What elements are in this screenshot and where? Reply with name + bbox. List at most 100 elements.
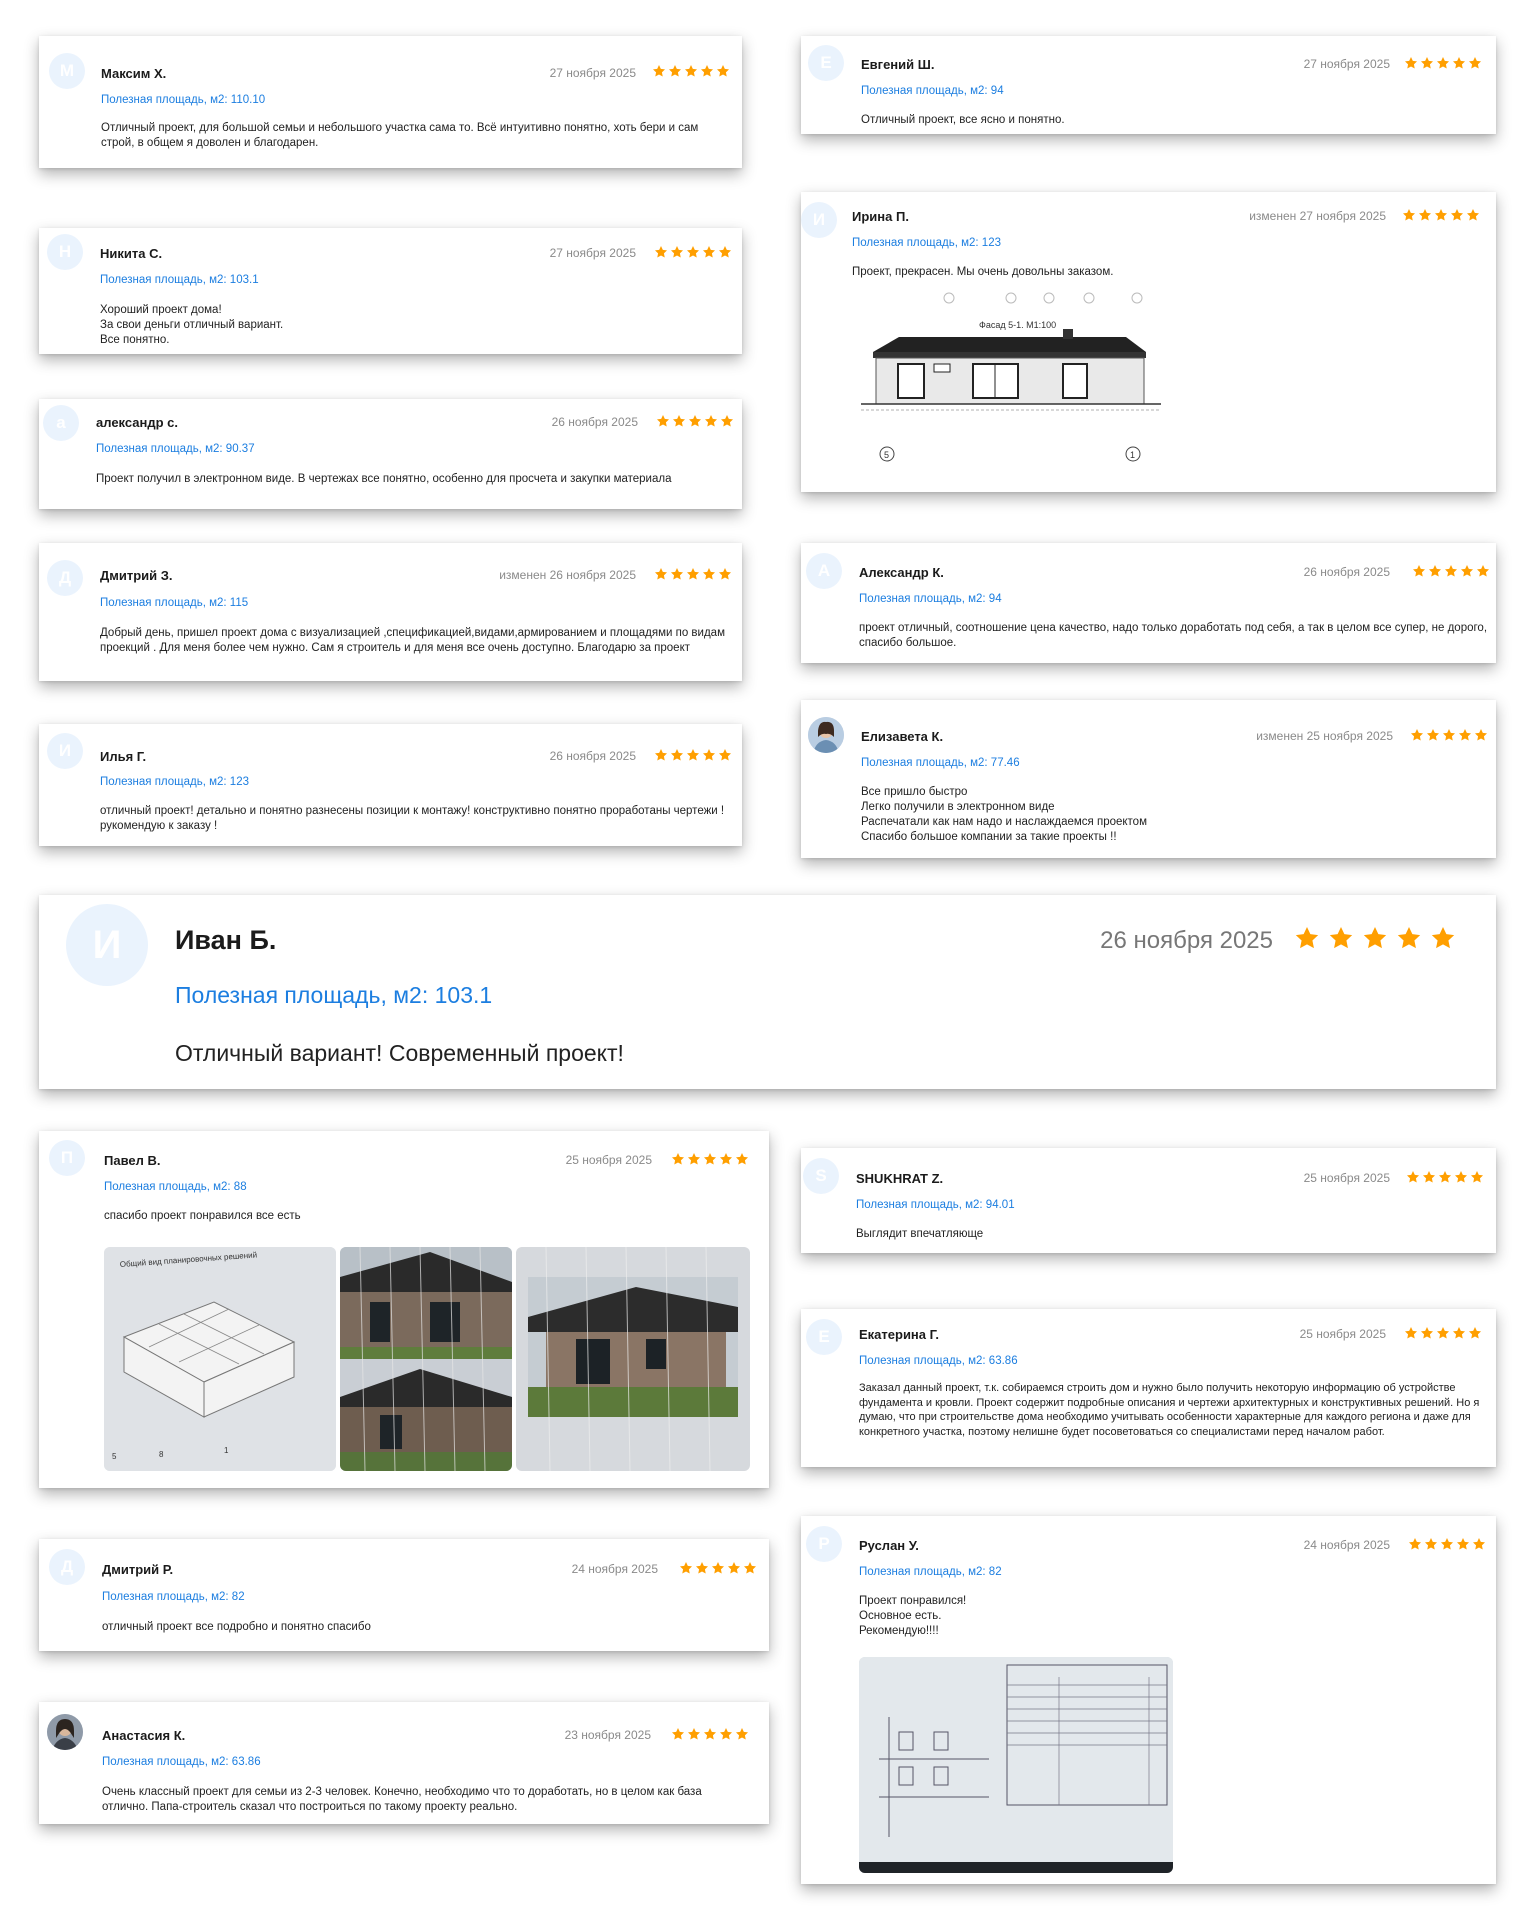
electrical-drawing-photo xyxy=(859,1657,1173,1873)
area-link[interactable]: Полезная площадь, м2: 94.01 xyxy=(856,1199,1015,1211)
reviewer-name: Евгений Ш. xyxy=(861,57,935,72)
user-photo xyxy=(47,1714,83,1750)
star-icon xyxy=(719,1152,733,1166)
star-icon xyxy=(695,1561,709,1575)
area-link[interactable]: Полезная площадь, м2: 77.46 xyxy=(861,757,1020,769)
star-icon xyxy=(672,414,686,428)
area-link[interactable]: Полезная площадь, м2: 103.1 xyxy=(175,982,492,1009)
review-text: отличный проект! детально и понятно разн… xyxy=(100,805,725,832)
star-icon xyxy=(654,748,668,762)
star-icon xyxy=(670,245,684,259)
area-link[interactable]: Полезная площадь, м2: 94 xyxy=(861,85,1004,97)
star-icon xyxy=(688,414,702,428)
star-icon xyxy=(1436,56,1450,70)
review-date: 27 ноября 2025 xyxy=(1303,57,1390,71)
review-text: Все пришло быстро Легко получили в элект… xyxy=(861,786,1147,843)
avatar: П xyxy=(49,1140,85,1176)
star-icon xyxy=(720,414,734,428)
rating-stars xyxy=(1404,1326,1482,1340)
star-icon xyxy=(671,1152,685,1166)
star-icon xyxy=(1470,1170,1484,1184)
review-photo[interactable]: Общий вид планировочных решений 5 8 1 xyxy=(104,1247,336,1471)
facade-drawing: Фасад 5-1. М1:100 5 1 xyxy=(861,292,1161,462)
rating-stars xyxy=(1408,1537,1486,1551)
rating-stars xyxy=(654,245,732,259)
area-link[interactable]: Полезная площадь, м2: 82 xyxy=(859,1566,1002,1578)
star-icon xyxy=(719,1727,733,1741)
reviewer-name: SHUKHRAT Z. xyxy=(856,1171,944,1186)
star-icon xyxy=(1404,1326,1418,1340)
rating-stars xyxy=(1410,728,1488,742)
star-icon xyxy=(1406,1170,1420,1184)
star-icon xyxy=(743,1561,757,1575)
review-photo[interactable] xyxy=(516,1247,750,1471)
avatar: М xyxy=(49,53,85,89)
star-icon xyxy=(668,64,682,78)
svg-text:1: 1 xyxy=(224,1446,229,1455)
review-photo[interactable] xyxy=(340,1247,512,1471)
area-link[interactable]: Полезная площадь, м2: 63.86 xyxy=(859,1355,1018,1367)
star-icon xyxy=(1458,728,1472,742)
review-card: И Илья Г. 26 ноября 2025 Полезная площад… xyxy=(39,724,742,846)
review-card: Е Евгений Ш. 27 ноября 2025 Полезная пло… xyxy=(801,36,1496,134)
review-text: Отличный проект, для большой семьи и неб… xyxy=(101,122,699,149)
star-icon xyxy=(1422,1170,1436,1184)
review-card: П Павел В. 25 ноября 2025 Полезная площа… xyxy=(39,1131,769,1488)
rating-stars xyxy=(652,64,730,78)
avatar: S xyxy=(803,1158,839,1194)
rating-stars xyxy=(656,414,734,428)
area-link[interactable]: Полезная площадь, м2: 82 xyxy=(102,1591,245,1603)
star-icon xyxy=(1466,208,1480,222)
area-link[interactable]: Полезная площадь, м2: 123 xyxy=(852,237,1001,249)
reviewer-name: александр с. xyxy=(96,415,178,430)
star-icon xyxy=(1410,728,1424,742)
area-link[interactable]: Полезная площадь, м2: 63.86 xyxy=(102,1756,261,1768)
star-icon xyxy=(670,567,684,581)
rating-stars xyxy=(654,567,732,581)
star-icon xyxy=(1424,1537,1438,1551)
rating-stars xyxy=(1402,208,1480,222)
review-date: 27 ноября 2025 xyxy=(549,246,636,260)
star-icon xyxy=(686,748,700,762)
reviewer-name: Илья Г. xyxy=(100,749,147,764)
star-icon xyxy=(656,414,670,428)
plan-photo: Общий вид планировочных решений 5 8 1 xyxy=(104,1247,336,1471)
review-card: Анастасия К. 23 ноября 2025 Полезная пло… xyxy=(39,1702,769,1824)
area-link[interactable]: Полезная площадь, м2: 94 xyxy=(859,593,1002,605)
reviewer-name: Екатерина Г. xyxy=(859,1327,939,1342)
avatar xyxy=(808,717,844,753)
review-text: Добрый день, пришел проект дома с визуал… xyxy=(100,627,725,654)
area-link[interactable]: Полезная площадь, м2: 88 xyxy=(104,1181,247,1193)
area-link[interactable]: Полезная площадь, м2: 103.1 xyxy=(100,274,259,286)
review-photo[interactable] xyxy=(859,1657,1173,1873)
rating-stars xyxy=(671,1727,749,1741)
reviewer-name: Руслан У. xyxy=(859,1538,919,1553)
review-card: а александр с. 26 ноября 2025 Полезная п… xyxy=(39,399,742,509)
review-text: Проект, прекрасен. Мы очень довольны зак… xyxy=(852,266,1114,278)
area-link[interactable]: Полезная площадь, м2: 90.37 xyxy=(96,443,255,455)
rating-stars xyxy=(671,1152,749,1166)
star-icon xyxy=(1452,56,1466,70)
star-icon xyxy=(1420,56,1434,70)
review-date: 25 ноября 2025 xyxy=(1303,1171,1390,1185)
avatar: И xyxy=(801,202,837,238)
area-link[interactable]: Полезная площадь, м2: 110.10 xyxy=(101,94,265,106)
review-text: Выглядит впечатляюще xyxy=(856,1228,984,1240)
star-icon xyxy=(654,245,668,259)
star-icon xyxy=(1468,56,1482,70)
rating-stars xyxy=(1406,1170,1484,1184)
rating-stars xyxy=(679,1561,757,1575)
review-photo[interactable]: Фасад 5-1. М1:100 5 1 xyxy=(851,292,1169,474)
star-icon xyxy=(1408,1537,1422,1551)
area-link[interactable]: Полезная площадь, м2: 123 xyxy=(100,776,249,788)
star-icon xyxy=(700,64,714,78)
rating-stars xyxy=(1404,56,1482,70)
star-icon xyxy=(703,1152,717,1166)
avatar: Е xyxy=(808,45,844,81)
star-icon xyxy=(1434,208,1448,222)
avatar: Н xyxy=(47,234,83,270)
area-link[interactable]: Полезная площадь, м2: 115 xyxy=(100,597,248,609)
review-date: 23 ноября 2025 xyxy=(564,1728,651,1742)
review-date: 26 ноября 2025 xyxy=(551,415,638,429)
review-card: S SHUKHRAT Z. 25 ноября 2025 Полезная пл… xyxy=(801,1148,1496,1253)
